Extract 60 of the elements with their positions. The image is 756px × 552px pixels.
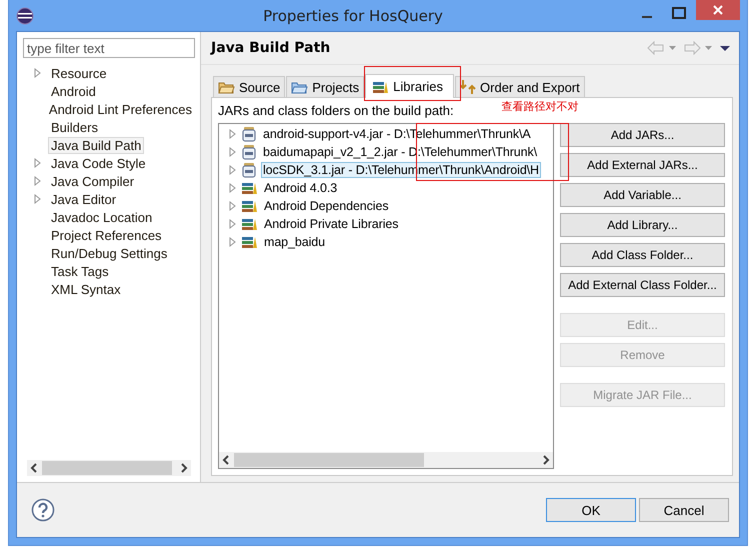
tab[interactable]: Libraries: [365, 74, 454, 98]
scroll-left-icon[interactable]: [222, 455, 230, 465]
close-button[interactable]: [696, 0, 740, 20]
app-icon: [16, 6, 34, 24]
tree-item[interactable]: Resource: [48, 64, 110, 82]
button[interactable]: Add JARs...: [560, 123, 725, 147]
list-item[interactable]: Android Dependencies: [262, 198, 390, 214]
expand-arrow-icon: [228, 146, 237, 158]
ok-button[interactable]: OK: [546, 498, 636, 522]
books-icon: [241, 216, 258, 232]
books-icon: [241, 198, 258, 214]
tab[interactable]: Order and Export: [455, 76, 585, 97]
filter-field[interactable]: type filter text: [23, 38, 195, 58]
jar-icon: [241, 162, 257, 178]
jar-icon: [241, 144, 257, 160]
expand-arrow-icon: [228, 164, 237, 176]
button[interactable]: Add Library...: [560, 213, 725, 237]
list-item[interactable]: Android 4.0.3: [262, 180, 340, 196]
expand-arrow-icon: [228, 218, 237, 230]
button[interactable]: Add External Class Folder...: [560, 273, 725, 297]
books-icon: [241, 180, 258, 196]
tree-item[interactable]: Android: [48, 82, 99, 100]
list-label: JARs and class folders on the build path:: [218, 102, 454, 118]
expand-arrow-icon: [228, 236, 237, 248]
tree-item[interactable]: XML Syntax: [48, 280, 124, 298]
scroll-right-icon[interactable]: [180, 463, 188, 473]
button[interactable]: Add External JARs...: [560, 153, 725, 177]
books-icon: [241, 234, 258, 250]
tree-item[interactable]: Javadoc Location: [48, 208, 156, 226]
horizontal-scrollbar[interactable]: [219, 452, 553, 468]
tree-item[interactable]: Run/Debug Settings: [48, 244, 170, 262]
arrows-icon: [460, 79, 476, 95]
expand-arrow-icon: [228, 200, 237, 212]
dialog-button[interactable]: Cancel: [639, 498, 729, 522]
tree-item[interactable]: Project References: [48, 226, 165, 244]
scroll-right-icon[interactable]: [542, 455, 550, 465]
tree-item[interactable]: Android Lint Preferences: [46, 100, 195, 118]
build-path-list[interactable]: [218, 123, 554, 469]
scroll-left-icon[interactable]: [30, 463, 38, 473]
tree-item[interactable]: Java Code Style: [48, 154, 149, 172]
page-title: Java Build Path: [211, 40, 332, 56]
tree-item[interactable]: Task Tags: [48, 262, 112, 280]
list-item[interactable]: map_baidu: [262, 234, 327, 250]
tree-item[interactable]: Java Editor: [48, 190, 120, 208]
annotation-text: 查看路径对不对: [502, 98, 579, 114]
button[interactable]: Add Class Folder...: [560, 243, 725, 267]
list-item[interactable]: Android Private Libraries: [262, 216, 400, 232]
help-icon[interactable]: [31, 498, 55, 522]
horizontal-scrollbar[interactable]: [27, 460, 191, 476]
expand-arrow-icon: [228, 182, 237, 194]
window-title: Properties for HosQuery: [262, 6, 444, 24]
tab[interactable]: Projects: [286, 76, 364, 97]
tree-item[interactable]: Java Build Path: [48, 136, 144, 154]
tree-item[interactable]: Builders: [48, 118, 101, 136]
close-icon: [712, 4, 724, 16]
tree-item[interactable]: Java Compiler: [48, 172, 138, 190]
tab[interactable]: Source: [213, 76, 286, 97]
jar-icon: [241, 126, 257, 142]
expand-arrow-icon: [228, 128, 237, 140]
button[interactable]: Add Variable...: [560, 183, 725, 207]
